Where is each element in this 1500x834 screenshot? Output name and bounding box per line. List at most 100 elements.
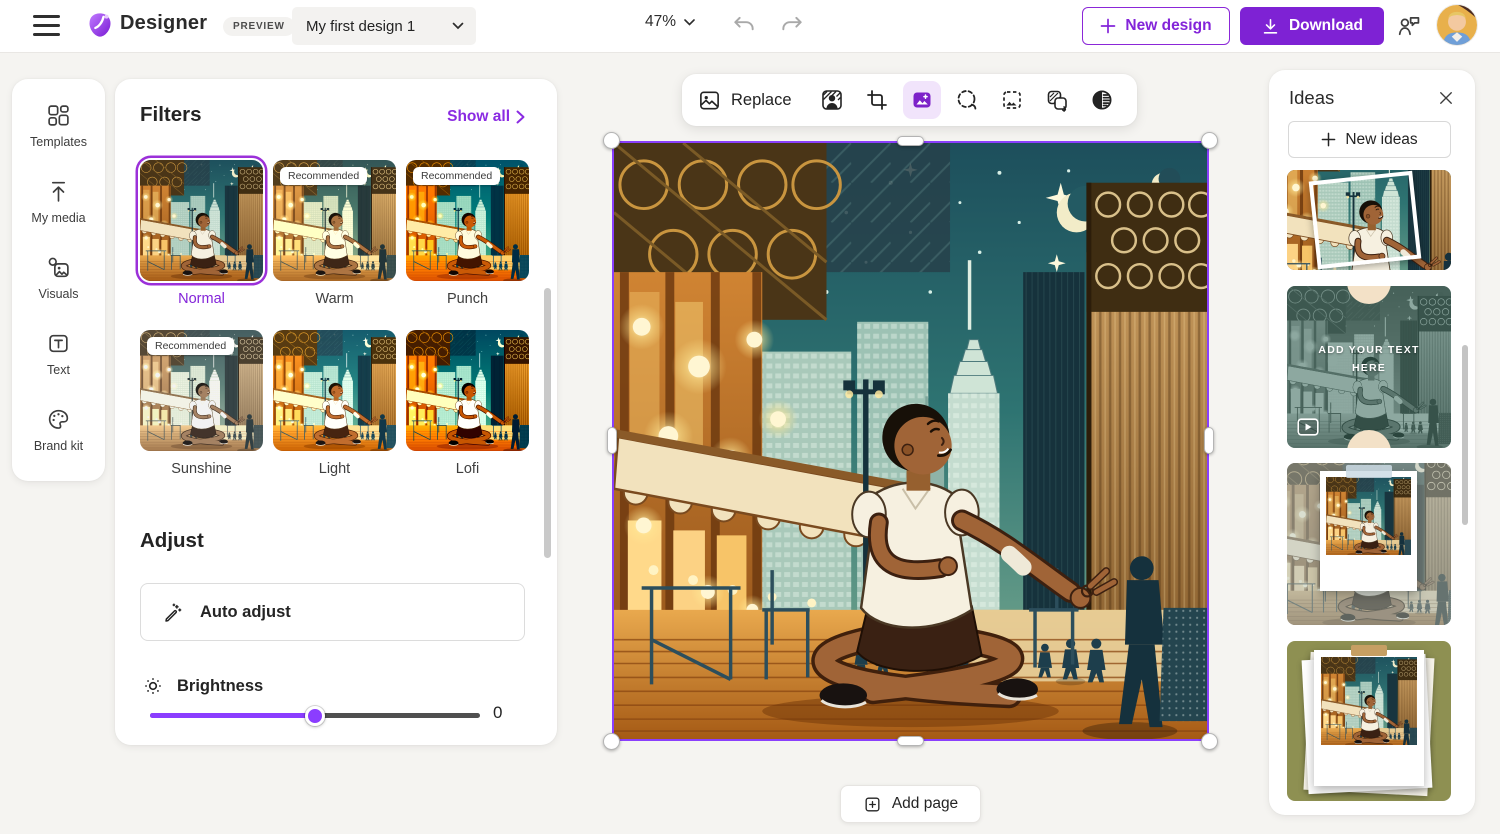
sidebar-item-visuals[interactable]: Visuals: [12, 245, 105, 321]
filter-thumb-sunshine[interactable]: Recommended: [140, 330, 263, 451]
resize-handle-top-right[interactable]: [1201, 132, 1218, 149]
ideas-panel: Ideas New ideas ADD YOUR TEXT HERE: [1269, 70, 1475, 815]
filter-thumb-light[interactable]: [273, 330, 396, 451]
adjust-lighting-icon[interactable]: [1083, 81, 1121, 119]
video-play-icon: [1297, 418, 1319, 436]
filters-title: Filters: [140, 103, 202, 127]
polaroid-frame: [1320, 471, 1417, 591]
chevron-right-icon: [516, 110, 525, 124]
sidebar-item-text[interactable]: Text: [12, 321, 105, 397]
idea-thumbnail-framed[interactable]: [1287, 170, 1451, 270]
idea-thumbnail-video-text[interactable]: ADD YOUR TEXT HERE: [1287, 286, 1451, 448]
sidebar-item-label: Visuals: [38, 287, 78, 301]
redo-icon[interactable]: [779, 13, 805, 39]
upload-icon: [46, 179, 71, 204]
magic-select-icon[interactable]: [948, 81, 986, 119]
sidebar-item-brand-kit[interactable]: Brand kit: [12, 397, 105, 473]
resize-handle-bottom-left[interactable]: [603, 733, 620, 750]
tape-strip: [1346, 465, 1392, 478]
brightness-row: Brightness: [142, 675, 263, 697]
sidebar-item-templates[interactable]: Templates: [12, 93, 105, 169]
brightness-slider[interactable]: [150, 713, 480, 718]
sidebar-item-my-media[interactable]: My media: [12, 169, 105, 245]
photo-frame-overlay: [1309, 171, 1422, 269]
filter-label: Warm: [273, 291, 396, 307]
zoom-control[interactable]: 47%: [645, 13, 695, 31]
idea-thumbnail-stacked-polaroid[interactable]: [1287, 641, 1451, 801]
filter-thumb-lofi[interactable]: [406, 330, 529, 451]
undo-icon[interactable]: [731, 13, 757, 39]
download-label: Download: [1289, 17, 1363, 35]
app-title: Designer: [120, 12, 207, 35]
image-toolbar: Replace: [682, 74, 1137, 126]
idea-thumbnail-polaroid[interactable]: [1287, 463, 1451, 625]
recommended-badge: Recommended: [147, 337, 234, 355]
replace-background-icon[interactable]: [1038, 81, 1076, 119]
sidebar-item-label: My media: [31, 211, 85, 225]
visuals-icon: [46, 255, 71, 280]
download-icon: [1261, 17, 1280, 36]
replace-button[interactable]: Replace: [698, 89, 792, 112]
new-ideas-label: New ideas: [1345, 131, 1417, 149]
feedback-icon[interactable]: [1396, 13, 1422, 39]
new-ideas-button[interactable]: New ideas: [1288, 121, 1451, 158]
brightness-label: Brightness: [177, 677, 263, 696]
add-page-icon: [863, 795, 882, 814]
sidebar-item-label: Brand kit: [34, 439, 83, 453]
resize-handle-top[interactable]: [897, 136, 924, 146]
brightness-value: 0: [493, 703, 502, 723]
download-button[interactable]: Download: [1240, 7, 1384, 45]
canvas-image[interactable]: [612, 141, 1209, 741]
new-design-button[interactable]: New design: [1082, 7, 1230, 45]
show-all-label: Show all: [447, 108, 510, 126]
filter-thumb-warm[interactable]: Recommended: [273, 160, 396, 281]
auto-adjust-button[interactable]: Auto adjust: [140, 583, 525, 641]
filter-thumb-normal[interactable]: [140, 160, 263, 281]
replace-image-icon: [698, 89, 721, 112]
filters-panel: Filters Show all Recommended Recommended…: [115, 79, 557, 745]
background-removal-icon[interactable]: [813, 81, 851, 119]
resize-handle-right[interactable]: [1204, 427, 1214, 454]
magic-wand-icon: [162, 602, 183, 623]
chevron-down-icon: [452, 22, 464, 30]
slider-thumb[interactable]: [305, 706, 325, 726]
resize-handle-left[interactable]: [607, 427, 617, 454]
app-header: Designer PREVIEW My first design 1 47% N…: [0, 0, 1500, 53]
recommended-badge: Recommended: [413, 167, 500, 185]
idea-overlay-text: ADD YOUR TEXT HERE: [1314, 341, 1424, 378]
add-page-button[interactable]: Add page: [840, 785, 981, 823]
avatar[interactable]: [1437, 5, 1477, 45]
menu-icon[interactable]: [33, 15, 60, 36]
filter-thumb-punch[interactable]: Recommended: [406, 160, 529, 281]
text-icon: [46, 331, 71, 356]
sidebar-item-label: Text: [47, 363, 70, 377]
filters-scrollbar[interactable]: [544, 288, 551, 558]
tape-strip: [1351, 645, 1387, 656]
design-name-dropdown[interactable]: My first design 1: [292, 7, 476, 45]
adjust-title: Adjust: [140, 529, 204, 553]
plus-icon: [1100, 18, 1116, 34]
resize-handle-top-left[interactable]: [603, 132, 620, 149]
filter-label: Punch: [406, 291, 529, 307]
ideas-scrollbar[interactable]: [1462, 345, 1468, 525]
new-design-label: New design: [1125, 17, 1211, 35]
design-name: My first design 1: [306, 18, 452, 35]
toolbar-icons: [813, 81, 1121, 119]
slider-fill: [150, 713, 315, 718]
auto-adjust-label: Auto adjust: [200, 603, 291, 622]
zoom-value: 47%: [645, 13, 676, 31]
crop-icon[interactable]: [858, 81, 896, 119]
resize-handle-bottom-right[interactable]: [1201, 733, 1218, 750]
sidebar-item-label: Templates: [30, 135, 87, 149]
brightness-sun-icon: [142, 675, 164, 697]
preview-badge: PREVIEW: [223, 17, 295, 36]
frame-icon[interactable]: [993, 81, 1031, 119]
filter-label: Sunshine: [140, 461, 263, 477]
close-icon[interactable]: [1437, 89, 1455, 107]
resize-handle-bottom[interactable]: [897, 736, 924, 746]
filter-label: Normal: [140, 291, 263, 307]
canvas-selection: [612, 141, 1209, 741]
filters-tool-icon[interactable]: [903, 81, 941, 119]
palette-icon: [46, 407, 71, 432]
show-all-link[interactable]: Show all: [447, 108, 525, 126]
